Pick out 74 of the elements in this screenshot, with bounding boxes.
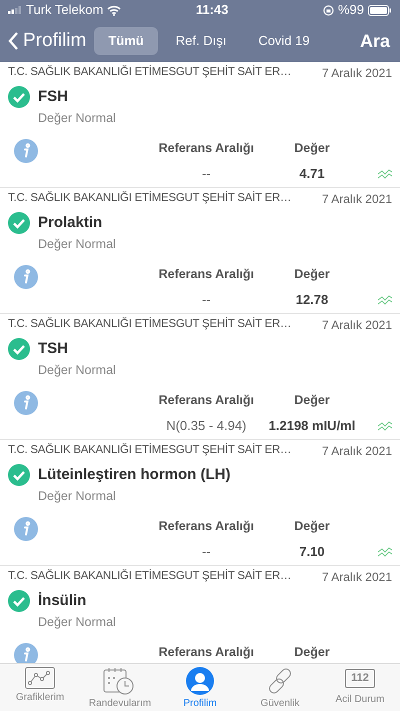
result-date: 7 Aralık 2021 [322,65,392,82]
carrier-name: Turk Telekom [26,1,104,20]
reference-range: -- [200,543,212,561]
column-header: Referans Aralığı [158,518,255,536]
test-name: TSH [38,339,68,359]
tab-bar-item[interactable]: Randevularım [80,664,160,711]
info-icon[interactable] [14,139,38,164]
column-header: Referans Aralığı [158,140,255,158]
hospital-name: T.C. SAĞLIK BAKANLIĞI ETİMESGUT ŞEHİT SAİT ER… [8,64,292,80]
result-status: Değer Normal [38,362,117,379]
column-header: Değer [293,140,331,158]
tab-bar-item[interactable]: Güvenlik [240,664,320,711]
battery-percent: %99 [338,1,364,20]
signal-icon [8,6,22,14]
result-date: 7 Aralık 2021 [322,317,392,334]
tab-label: Profilim [183,697,217,711]
hospital-name: T.C. SAĞLIK BAKANLIĞI ETİMESGUT ŞEHİT SAİT ER… [8,442,292,458]
hospital-name: T.C. SAĞLIK BAKANLIĞI ETİMESGUT ŞEHİT SAİT ER… [8,568,292,584]
test-name: İnsülin [38,591,86,611]
column-header: Referans Aralığı [158,644,255,662]
trend-icon[interactable] [378,546,392,557]
segment-tab[interactable]: Ref. Dışı [162,27,240,55]
result-value: 1.2198 mIU/ml [268,417,356,435]
result-date: 7 Aralık 2021 [322,443,392,460]
result-status: Değer Normal [38,488,117,505]
trend-icon[interactable] [378,294,392,305]
trend-icon[interactable] [378,168,392,179]
info-icon[interactable] [14,265,38,290]
segment-tab[interactable]: Covid 19 [244,27,324,55]
result-date: 7 Aralık 2021 [322,191,392,208]
test-name: Prolaktin [38,213,102,233]
tab-bar-item[interactable]: 112 Acil Durum [320,664,400,711]
hospital-name: T.C. SAĞLIK BAKANLIĞI ETİMESGUT ŞEHİT SAİT ER… [8,190,292,206]
column-header: Referans Aralığı [158,266,255,284]
battery-icon [368,4,392,16]
reference-range: -- [200,165,212,183]
number-box-icon: 112 [345,669,375,688]
person-icon [186,667,214,695]
info-icon[interactable] [14,643,38,663]
back-icon [8,32,19,50]
column-header: Referans Aralığı [158,392,255,410]
reference-range: -- [200,291,212,309]
result-value: 4.71 [298,165,326,183]
reference-range: N(0.35 - 4.94) [165,417,248,435]
segment-tab[interactable]: Tümü [94,27,158,55]
result-value: 12.78 [294,291,330,309]
wifi-icon [107,4,122,16]
test-name: FSH [38,87,68,107]
tab-bar-item[interactable]: Grafiklerim [0,664,80,711]
tab-bar-item[interactable]: Profilim [160,664,240,711]
link-icon [266,667,294,695]
column-header: Değer [293,518,331,536]
column-header: Değer [293,644,331,662]
back-button[interactable]: Profilim [8,26,86,56]
search-button[interactable]: Ara [360,28,390,54]
rotation-lock-icon [322,4,334,16]
result-status: Değer Normal [38,614,117,631]
info-icon[interactable] [14,391,38,416]
tab-label: Randevularım [88,697,152,711]
result-status: Değer Normal [38,236,117,253]
column-header: Değer [293,392,331,410]
column-header: Değer [293,266,331,284]
trend-icon[interactable] [378,420,392,431]
test-name: Lüteinleştiren hormon (LH) [38,465,230,485]
result-value: 7.10 [298,543,326,561]
tab-label: Grafiklerim [16,691,64,705]
result-status: Değer Normal [38,110,117,127]
info-icon[interactable] [14,517,38,542]
tab-label: Acil Durum [336,693,384,707]
result-date: 7 Aralık 2021 [322,569,392,586]
tab-label: Güvenlik [260,697,300,711]
chart-icon [25,667,55,689]
clock-time: 11:43 [196,1,228,20]
hospital-name: T.C. SAĞLIK BAKANLIĞI ETİMESGUT ŞEHİT SAİT ER… [8,316,292,332]
